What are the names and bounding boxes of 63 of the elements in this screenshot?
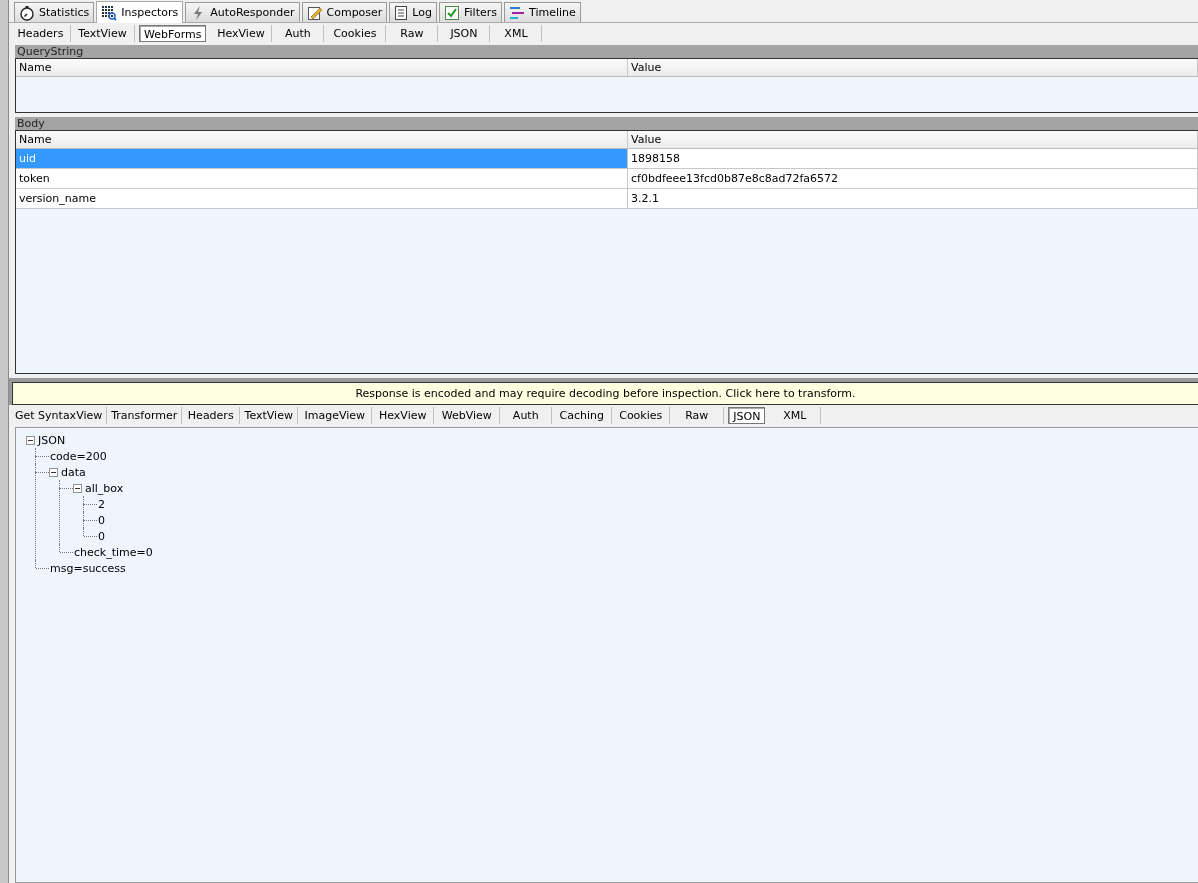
- inspector-tab[interactable]: Raw: [386, 24, 439, 42]
- tree-node[interactable]: data: [60, 465, 87, 479]
- tree-node[interactable]: msg=success: [49, 561, 127, 575]
- checkbox-icon: [444, 4, 460, 21]
- inspector-tab[interactable]: JSON: [438, 24, 491, 42]
- table-cell: cf0bdfeee13fcd0b87e8c8ad72fa6572: [628, 169, 1198, 188]
- inspector-tab[interactable]: XML: [490, 24, 543, 42]
- document-icon: [394, 4, 409, 21]
- inspector-tab[interactable]: Raw: [670, 406, 725, 424]
- tree-node[interactable]: all_box: [84, 481, 125, 495]
- inspector-tab[interactable]: WebView: [434, 406, 501, 424]
- inspector-tab[interactable]: HexView: [372, 406, 435, 424]
- main-tab[interactable]: Timeline: [504, 2, 581, 22]
- inspector-tab[interactable]: WebForms: [139, 24, 207, 42]
- tree-node[interactable]: 0: [97, 513, 106, 527]
- main-tab[interactable]: Log: [389, 2, 437, 22]
- table-row[interactable]: token cf0bdfeee13fcd0b87e8c8ad72fa6572: [16, 169, 1198, 189]
- table-row[interactable]: version_name 3.2.1: [16, 189, 1198, 209]
- inspector-tab[interactable]: HexView: [210, 24, 273, 42]
- section-title: QueryString: [15, 45, 1198, 58]
- main-tab[interactable]: Composer: [301, 2, 388, 22]
- timeline-icon: [509, 4, 525, 21]
- tree-node[interactable]: check_time=0: [73, 545, 154, 559]
- inspector-tab[interactable]: Auth: [500, 406, 553, 424]
- section-title: Body: [15, 117, 1198, 130]
- transform-banner[interactable]: Response is encoded and may require decoding before inspection. Click here to transform.: [12, 382, 1198, 405]
- stopwatch-icon: [19, 4, 35, 21]
- inspector-tab[interactable]: ImageView: [298, 406, 373, 424]
- inspector-tab[interactable]: TextView: [240, 406, 299, 424]
- column-header[interactable]: Name: [16, 59, 628, 76]
- tree-node[interactable]: JSON: [37, 433, 67, 447]
- table-cell: version_name: [16, 189, 628, 208]
- table-cell: 3.2.1: [628, 189, 1198, 208]
- column-header[interactable]: Value: [628, 131, 1198, 148]
- inspector-tab[interactable]: Auth: [272, 24, 325, 42]
- pencil-note-icon: [306, 4, 323, 21]
- inspector-tab[interactable]: Headers: [11, 24, 71, 42]
- magnifier-grid-icon: [101, 4, 118, 21]
- inspector-tab[interactable]: Caching: [552, 406, 613, 424]
- main-tab[interactable]: Statistics: [14, 2, 95, 22]
- column-header[interactable]: Value: [628, 59, 1198, 76]
- table-cell: token: [16, 169, 628, 188]
- table-cell: 1898158: [628, 149, 1198, 168]
- tree-node[interactable]: 2: [97, 497, 106, 511]
- collapse-toggle-icon[interactable]: [26, 435, 35, 445]
- inspector-tab[interactable]: XML: [769, 406, 822, 424]
- inspector-tab[interactable]: JSON: [728, 406, 766, 424]
- tree-node[interactable]: 0: [97, 529, 106, 543]
- inspector-tab[interactable]: Get SyntaxView: [11, 406, 108, 424]
- inspector-tab[interactable]: TextView: [71, 24, 135, 42]
- collapse-toggle-icon[interactable]: [49, 467, 58, 477]
- main-tab[interactable]: Filters: [439, 2, 502, 22]
- main-tab[interactable]: AutoResponder: [185, 2, 300, 22]
- table-row[interactable]: uid 1898158: [16, 149, 1198, 169]
- inspector-tab[interactable]: Headers: [182, 406, 241, 424]
- column-header[interactable]: Name: [16, 131, 628, 148]
- tree-node[interactable]: code=200: [49, 449, 108, 463]
- inspector-tab[interactable]: Cookies: [612, 406, 671, 424]
- inspector-tab[interactable]: Cookies: [324, 24, 387, 42]
- inspector-tab[interactable]: Transformer: [107, 406, 183, 424]
- main-tab[interactable]: Inspectors: [96, 1, 184, 23]
- table-cell: uid: [16, 149, 628, 168]
- collapse-toggle-icon[interactable]: [73, 483, 82, 493]
